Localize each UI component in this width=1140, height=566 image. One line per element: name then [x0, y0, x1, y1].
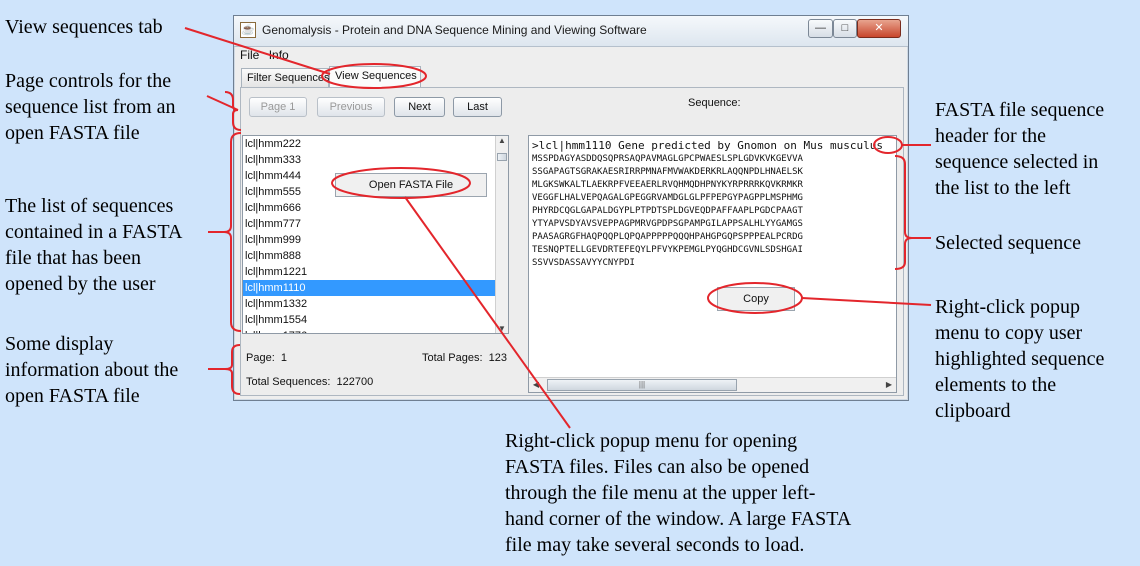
- sequence-line: MLGKSWKALTLAEKRPFVEEAERLRVQHMQDHPNYKYRPR…: [532, 180, 803, 190]
- minimize-button[interactable]: —: [808, 19, 833, 38]
- menu-bar: File Info: [240, 48, 295, 66]
- sequence-line: SSVVSDASSAVYYCNYPDI: [532, 258, 635, 268]
- page-value: 1: [280, 352, 287, 364]
- sequence-body: MSSPDAGYASDDQSQPRSAQPAVMAGLGPCPWAESLSPLG…: [532, 153, 803, 270]
- sequence-line: TESNQPTELLGEVDRTEFEQYLPFVYKPEMGLPYQGHDCG…: [532, 245, 803, 255]
- sequence-label: Sequence:: [688, 97, 741, 109]
- previous-button[interactable]: Previous: [317, 97, 385, 117]
- list-item[interactable]: lcl|hmm777: [243, 216, 508, 232]
- window-title: Genomalysis - Protein and DNA Sequence M…: [262, 23, 647, 37]
- annotation-selected-sequence: Selected sequence: [935, 232, 1082, 254]
- total-sequences-label: Total Sequences:: [246, 376, 331, 388]
- list-item[interactable]: lcl|hmm999: [243, 232, 508, 248]
- tab-view-sequences[interactable]: View Sequences: [329, 66, 421, 87]
- list-scrollbar[interactable]: ▲ ▼: [495, 136, 508, 333]
- tab-filter-sequences[interactable]: Filter Sequences: [241, 68, 330, 87]
- list-item[interactable]: lcl|hmm1554: [243, 312, 508, 328]
- sequence-header: >lcl|hmm1110 Gene predicted by Gnomon on…: [532, 139, 883, 152]
- annotation-copy-popup: Right-click popup menu to copy user high…: [935, 296, 1105, 422]
- total-pages-info: Total Pages: 123: [422, 352, 507, 364]
- total-sequences-value: 122700: [336, 376, 374, 388]
- page-label: Page:: [246, 352, 275, 364]
- annotation-page-controls: Page controls for the sequence list from…: [5, 70, 176, 144]
- java-app-icon: ☕: [240, 22, 256, 38]
- sequence-scroll-thumb[interactable]: |||: [547, 379, 737, 391]
- app-window: ☕ Genomalysis - Protein and DNA Sequence…: [233, 15, 909, 401]
- scroll-right-icon[interactable]: ▶: [884, 380, 894, 389]
- list-item[interactable]: lcl|hmm1776: [243, 328, 508, 333]
- total-sequences-info: Total Sequences: 122700: [246, 376, 373, 388]
- total-pages-value: 123: [488, 352, 508, 364]
- sequence-text-area[interactable]: >lcl|hmm1110 Gene predicted by Gnomon on…: [528, 135, 897, 393]
- open-fasta-popup[interactable]: Open FASTA File: [335, 173, 487, 197]
- list-item[interactable]: lcl|hmm888: [243, 248, 508, 264]
- sequence-line: YTYAPVSDYAVSVEPPAGPMRVGPDPSGPAMPGILAPPSA…: [532, 219, 803, 229]
- annotation-view-tab: View sequences tab: [5, 16, 163, 38]
- list-item[interactable]: lcl|hmm1332: [243, 296, 508, 312]
- next-button[interactable]: Next: [394, 97, 445, 117]
- annotation-display-info: Some display information about the open …: [5, 333, 179, 407]
- annotation-fasta-header: FASTA file sequence header for the seque…: [935, 99, 1105, 199]
- list-scroll-thumb[interactable]: [497, 153, 507, 161]
- sequence-horizontal-scrollbar[interactable]: ◀ ||| ▶: [529, 377, 896, 392]
- sequence-list[interactable]: lcl|hmm222 lcl|hmm333 lcl|hmm444 lcl|hmm555…: [242, 135, 509, 334]
- sequence-list-items: lcl|hmm222 lcl|hmm333 lcl|hmm444 lcl|hmm555…: [243, 136, 508, 333]
- page-info: Page: 1: [246, 352, 287, 364]
- list-item[interactable]: lcl|hmm1221: [243, 264, 508, 280]
- close-button[interactable]: ✕: [857, 19, 901, 38]
- title-bar[interactable]: ☕ Genomalysis - Protein and DNA Sequence…: [234, 16, 908, 47]
- sequence-line: PHYRDCQGLGAPALDGYPLPTPDTSPLDGVEQDPAFFAAP…: [532, 206, 803, 216]
- sequence-line: VEGGFLHALVEPQAGALGPEGGRVAMDGLGLPFPEPGYPA…: [532, 193, 803, 203]
- sequence-line: MSSPDAGYASDDQSQPRSAQPAVMAGLGPCPWAESLSPLG…: [532, 154, 803, 164]
- total-pages-label: Total Pages:: [422, 352, 483, 364]
- list-item[interactable]: lcl|hmm666: [243, 200, 508, 216]
- last-button[interactable]: Last: [453, 97, 502, 117]
- scroll-up-icon[interactable]: ▲: [497, 136, 507, 145]
- list-item[interactable]: lcl|hmm222: [243, 136, 508, 152]
- list-item[interactable]: lcl|hmm1110: [243, 280, 508, 296]
- menu-file[interactable]: File: [240, 48, 259, 62]
- copy-popup[interactable]: Copy: [717, 287, 795, 311]
- maximize-button[interactable]: □: [833, 19, 857, 38]
- menu-info[interactable]: Info: [269, 48, 289, 62]
- sequence-line: SSGAPAGTSGRAKAESRIRRPMNAFMVWAKDERKRLAQQN…: [532, 167, 803, 177]
- page-button[interactable]: Page 1: [249, 97, 307, 117]
- scroll-down-icon[interactable]: ▼: [497, 324, 507, 333]
- sequence-line: PAASAGRGFHAQPQQPLQPQAPPPPPQQQHPAHGPGQPSP…: [532, 232, 803, 242]
- list-item[interactable]: lcl|hmm333: [243, 152, 508, 168]
- annotation-open-popup: Right-click popup menu for opening FASTA…: [505, 430, 852, 556]
- scroll-left-icon[interactable]: ◀: [531, 380, 541, 389]
- annotation-sequence-list: The list of sequences contained in a FAS…: [5, 195, 183, 295]
